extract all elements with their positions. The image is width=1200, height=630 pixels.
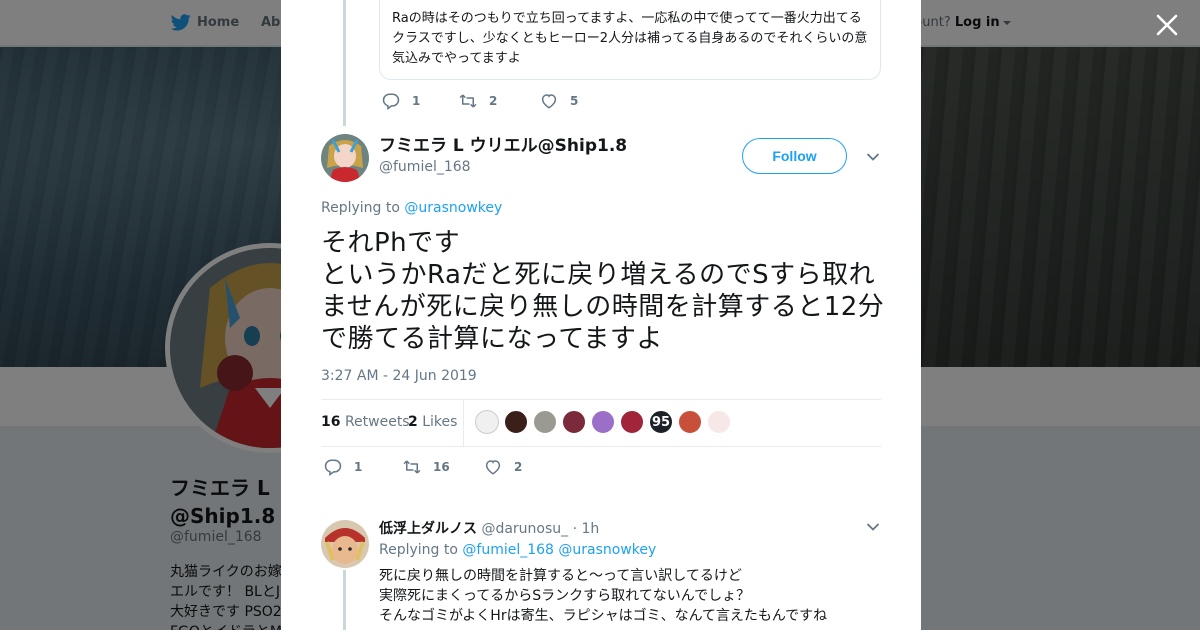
engager-avatar[interactable] bbox=[533, 410, 557, 434]
engager-avatar[interactable] bbox=[707, 410, 731, 434]
reply-avatar-image bbox=[321, 520, 369, 568]
prev-retweet-button[interactable]: 2 bbox=[459, 92, 540, 110]
reply-button[interactable]: 1 bbox=[324, 458, 403, 476]
tweet-stats: 16 Retweets 2 Likes 95 bbox=[321, 399, 881, 447]
reply-header: 低浮上ダルノス @darunosu_ · 1h bbox=[379, 518, 599, 538]
previous-tweet-body: Raの時はそのつもりで立ち回ってますよ、一応私の中で使ってて一番火力出てるクラス… bbox=[392, 11, 868, 66]
tweet-actions: 1 16 2 bbox=[324, 458, 522, 476]
prev-retweet-count: 2 bbox=[489, 94, 498, 108]
reply-tweet-text: 死に戻り無しの時間を計算すると～って言い訳してるけど 実際死にまくってるからSラ… bbox=[379, 568, 828, 624]
tweet-author-handle[interactable]: @fumiel_168 bbox=[379, 159, 471, 175]
likes-stat[interactable]: 2 Likes bbox=[408, 414, 457, 430]
replying-to-link[interactable]: @urasnowkey bbox=[404, 200, 502, 216]
like-icon bbox=[485, 460, 501, 475]
chevron-down-icon[interactable] bbox=[866, 152, 880, 162]
previous-tweet-text[interactable]: Raの時はそのつもりで立ち回ってますよ、一応私の中で使ってて一番火力出てるクラス… bbox=[379, 0, 881, 80]
follow-button[interactable]: Follow bbox=[742, 138, 847, 174]
retweet-icon bbox=[403, 460, 421, 474]
stats-divider bbox=[463, 400, 464, 447]
engager-avatar[interactable] bbox=[475, 410, 499, 434]
engager-avatar[interactable] bbox=[620, 410, 644, 434]
reply-replying-prefix: Replying to bbox=[379, 542, 458, 558]
prev-reply-button[interactable]: 1 bbox=[382, 92, 459, 110]
tweet-author-avatar[interactable] bbox=[321, 134, 369, 182]
tweet-timestamp[interactable]: 3:27 AM - 24 Jun 2019 bbox=[321, 368, 477, 384]
close-icon[interactable] bbox=[1154, 12, 1180, 38]
reply-icon bbox=[324, 459, 342, 476]
retweet-icon bbox=[459, 94, 477, 108]
reply-author-name[interactable]: 低浮上ダルノス bbox=[379, 521, 477, 537]
retweets-stat[interactable]: 16 Retweets bbox=[321, 414, 410, 430]
reply-time[interactable]: · 1h bbox=[573, 521, 600, 537]
reply-thread-line bbox=[343, 570, 346, 630]
reply-mention-1[interactable]: @fumiel_168 bbox=[462, 542, 554, 558]
replying-prefix: Replying to bbox=[321, 200, 400, 216]
reply-icon bbox=[382, 93, 400, 110]
tweet-modal: Raの時はそのつもりで立ち回ってますよ、一応私の中で使ってて一番火力出てるクラス… bbox=[281, 0, 921, 630]
replying-to-line: Replying to @urasnowkey bbox=[321, 200, 502, 216]
author-avatar-image bbox=[321, 134, 369, 182]
previous-tweet-actions: 1 2 5 bbox=[382, 92, 578, 110]
retweet-count: 16 bbox=[433, 460, 450, 474]
chevron-down-icon[interactable] bbox=[866, 522, 880, 532]
like-icon bbox=[541, 94, 557, 109]
engager-avatar[interactable] bbox=[678, 410, 702, 434]
prev-reply-count: 1 bbox=[412, 94, 421, 108]
retweets-label: Retweets bbox=[344, 414, 410, 430]
engager-avatar[interactable] bbox=[504, 410, 528, 434]
engager-avatar[interactable] bbox=[562, 410, 586, 434]
like-count: 2 bbox=[514, 460, 523, 474]
reply-replying-to: Replying to @fumiel_168 @urasnowkey bbox=[379, 542, 656, 558]
engager-avatar-label: 95 bbox=[651, 414, 671, 430]
like-button[interactable]: 2 bbox=[484, 458, 522, 476]
reply-count: 1 bbox=[354, 460, 363, 474]
likes-count: 2 bbox=[408, 414, 418, 430]
reply-author-avatar[interactable] bbox=[321, 520, 369, 568]
retweet-button[interactable]: 16 bbox=[403, 458, 484, 476]
reply-mention-2[interactable]: @urasnowkey bbox=[558, 542, 656, 558]
retweets-count: 16 bbox=[321, 414, 341, 430]
tweet-text: それPhです というかRaだと死に戻り増えるのでSすら取れませんが死に戻り無しの… bbox=[321, 228, 885, 354]
engager-avatar[interactable]: 95 bbox=[649, 410, 673, 434]
prev-like-button[interactable]: 5 bbox=[540, 92, 578, 110]
engager-avatar[interactable] bbox=[591, 410, 615, 434]
prev-like-count: 5 bbox=[570, 94, 579, 108]
tweet-author-name[interactable]: フミエラ L ウリエル@Ship1.8 bbox=[379, 135, 627, 157]
engager-avatars: 95 bbox=[475, 410, 736, 434]
likes-label: Likes bbox=[422, 414, 458, 430]
thread-connector-line bbox=[343, 0, 346, 126]
reply-author-handle[interactable]: @darunosu_ bbox=[481, 521, 568, 537]
